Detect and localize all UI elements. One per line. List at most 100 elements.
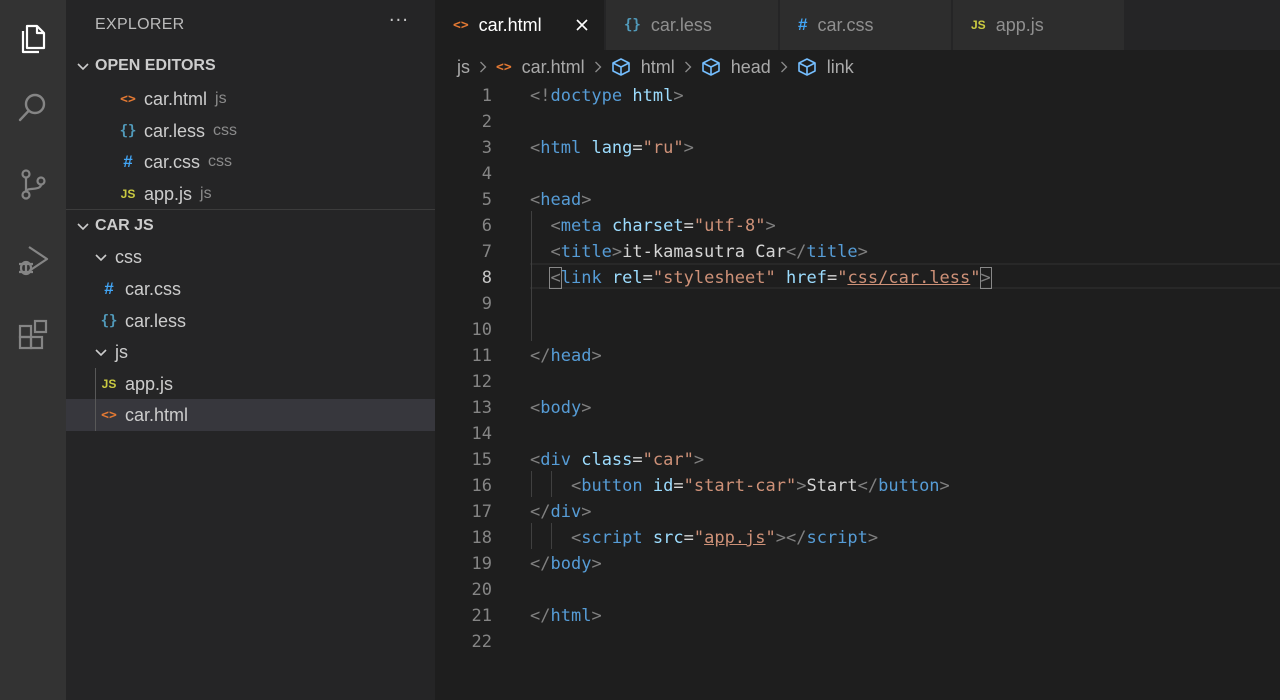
open-editor-item[interactable]: {} car.less css [66,115,435,147]
breadcrumb-symbol-link[interactable]: link [797,57,854,78]
js-file-icon: JS [971,18,986,32]
code-line[interactable]: 1 <!doctype html> [435,83,1280,109]
line-number: 6 [481,216,492,236]
tab-car-html[interactable]: <> car.html [435,0,605,50]
code-line[interactable]: 21 </html> [435,603,1280,629]
code-line[interactable]: 17 </div> [435,499,1280,525]
file-item-selected[interactable]: <> car.html [66,399,435,431]
code-line[interactable]: 11 </head> [435,343,1280,369]
code-token: </ [530,606,551,626]
code-token: > [857,242,868,262]
open-editors-section[interactable]: OPEN EDITORS [66,50,435,82]
chevron-down-icon [91,249,111,265]
code-line[interactable]: 8 <link rel="stylesheet" href="css/car.l… [435,265,1280,291]
code-text: </html> [530,603,602,629]
tab-car-css[interactable]: # car.css [780,0,952,50]
chevron-down-icon [73,218,93,234]
open-editor-item[interactable]: <> car.html js [66,83,435,115]
code-token: > [796,476,807,496]
file-name: car.html [144,88,208,109]
code-line[interactable]: 3 <html lang="ru"> [435,135,1280,161]
code-line[interactable]: 18 <script src="app.js"></script> [435,525,1280,551]
line-number: 11 [471,346,492,366]
breadcrumb-symbol-html[interactable]: html [611,57,675,78]
line-number: 12 [471,372,492,392]
code-token: html [632,86,674,106]
close-icon[interactable] [572,15,592,35]
code-token: html [550,606,592,626]
code-line[interactable]: 5 <head> [435,187,1280,213]
code-editor[interactable]: 1 <!doctype html> 2 3 <html lang="ru"> 4 5 <hea… [435,84,1280,700]
tab-label: car.css [817,14,874,35]
code-token: </ [530,346,551,366]
tab-app-js[interactable]: JS app.js [953,0,1125,50]
code-line[interactable]: 12 [435,369,1280,395]
open-editor-item[interactable]: JS app.js js [66,178,435,210]
line-number: 10 [471,320,492,340]
line-number: 14 [471,424,492,444]
code-token: > [939,476,950,496]
code-line[interactable]: 15 <div class="car"> [435,447,1280,473]
breadcrumb-folder[interactable]: js [457,57,470,78]
code-token: > [591,554,602,574]
code-token: = [683,528,694,548]
breadcrumb-symbol-head[interactable]: head [701,57,771,78]
run-debug-icon[interactable] [0,222,66,298]
folder-css[interactable]: css [66,241,435,273]
breadcrumb-file[interactable]: <> car.html [496,57,585,78]
code-token: it-kamasutra Car [622,242,786,262]
line-number: 13 [471,398,492,418]
project-section[interactable]: CAR JS [66,210,435,242]
file-item[interactable]: JS app.js [66,368,435,400]
more-actions-icon[interactable]: ··· [389,10,409,31]
folder-name: css [115,246,142,267]
code-token: > [591,606,602,626]
code-token: "ru" [642,138,684,158]
code-text: <button id="start-car">Start</button> [530,473,950,499]
html-file-icon: <> [496,59,512,75]
code-line[interactable]: 4 [435,161,1280,187]
code-line[interactable]: 6 <meta charset="utf-8"> [435,213,1280,239]
file-item[interactable]: {} car.less [66,305,435,337]
code-text: <div class="car"> [530,447,704,473]
code-token: "stylesheet" [652,268,776,288]
code-token: = [642,268,653,288]
code-token: css/car.less [847,268,971,288]
tab-car-less[interactable]: {} car.less [606,0,779,50]
folder-js[interactable]: js [66,336,435,368]
source-control-icon[interactable] [0,146,66,222]
code-token: href [785,268,827,288]
code-line[interactable]: 2 [435,109,1280,135]
code-token: "utf-8" [693,216,766,236]
code-token: < [570,476,582,496]
file-name: car.less [125,310,187,331]
extensions-icon[interactable] [0,298,66,374]
code-line[interactable]: 7 <title>it-kamasutra Car</title> [435,239,1280,265]
file-name: app.js [125,373,174,394]
code-token: script [581,528,643,548]
code-line[interactable]: 14 [435,421,1280,447]
code-line[interactable]: 16 <button id="start-car">Start</button> [435,473,1280,499]
code-line[interactable]: 19 </body> [435,551,1280,577]
code-line[interactable]: 20 [435,577,1280,603]
search-icon[interactable] [0,70,66,146]
folder-name: js [115,341,128,362]
code-line[interactable]: 9 [435,291,1280,317]
code-token: < [570,528,582,548]
code-line[interactable]: 10 [435,317,1280,343]
file-item[interactable]: # car.css [66,273,435,305]
breadcrumb-file-label: car.html [521,56,585,77]
code-token: div [540,450,571,470]
code-line[interactable]: 13 <body> [435,395,1280,421]
open-editor-item[interactable]: # car.css css [66,146,435,178]
files-icon[interactable] [0,0,66,76]
code-token: html [540,138,582,158]
code-token: " [970,268,981,288]
code-line[interactable]: 22 [435,629,1280,655]
less-file-icon: {} [119,123,137,139]
file-folder: js [200,185,212,202]
code-token: > [683,138,694,158]
css-file-icon: # [104,279,114,298]
